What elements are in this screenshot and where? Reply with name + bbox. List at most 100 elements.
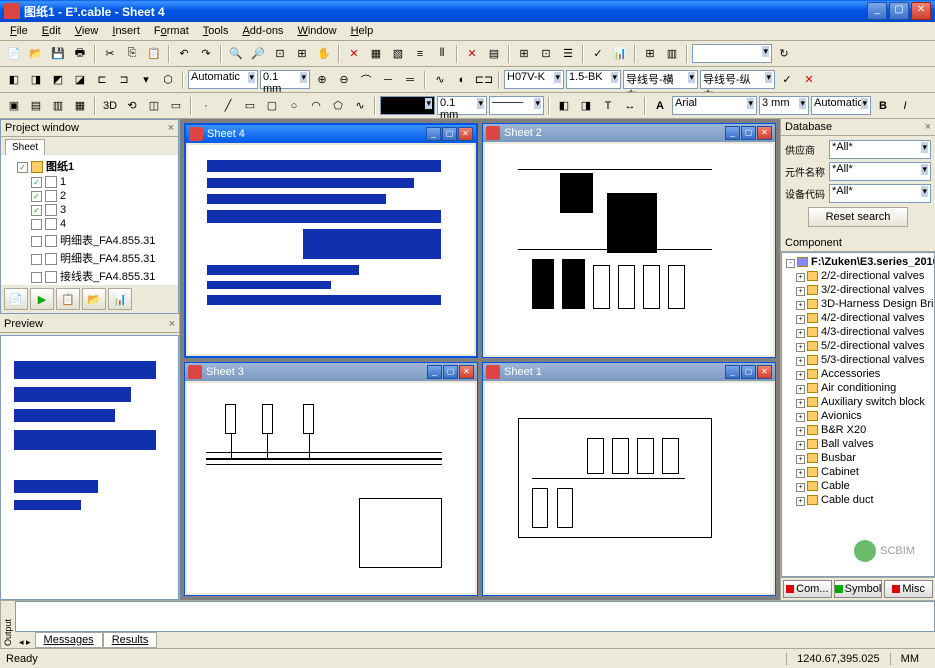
bridge-icon[interactable]: ⌒ <box>356 70 376 90</box>
mdi-min[interactable]: _ <box>725 365 740 379</box>
spline2-icon[interactable]: ∿ <box>350 96 370 116</box>
dim-icon[interactable]: ↔ <box>620 96 640 116</box>
menu-insert[interactable]: Insert <box>106 24 146 38</box>
mdi-max[interactable]: ▢ <box>442 127 457 141</box>
arc-icon[interactable]: ◠ <box>306 96 326 116</box>
circle-icon[interactable]: ○ <box>284 96 304 116</box>
minimize-button[interactable]: _ <box>867 2 887 20</box>
symbol5-icon[interactable]: ⊏ <box>92 70 112 90</box>
code-combo[interactable]: *All* <box>829 184 931 203</box>
comp-folder[interactable]: +Busbar <box>784 451 932 465</box>
preview-canvas[interactable] <box>0 335 179 600</box>
connect-icon[interactable]: ✕ <box>344 44 364 64</box>
window-tile-icon[interactable]: ⊞ <box>640 44 660 64</box>
group-icon[interactable]: ▦ <box>366 44 386 64</box>
line-icon[interactable]: ╱ <box>218 96 238 116</box>
menu-view[interactable]: View <box>69 24 105 38</box>
rect-icon[interactable]: ▭ <box>240 96 260 116</box>
linewidth2-combo[interactable]: 0.1 mm <box>437 96 487 115</box>
proj-btn4[interactable]: 📂 <box>82 288 106 310</box>
canvas-sheet-2[interactable] <box>485 144 773 355</box>
cancel-icon[interactable]: ✕ <box>799 70 819 90</box>
sheet-tab[interactable]: Sheet <box>5 139 45 155</box>
spline-icon[interactable]: ∿ <box>430 70 450 90</box>
comp-folder[interactable]: +Ball valves <box>784 437 932 451</box>
tree-sheet-2[interactable]: ✓2 <box>3 189 176 203</box>
tab-symbol[interactable]: Symbol <box>834 580 883 598</box>
panel2-icon[interactable]: ▤ <box>26 96 46 116</box>
comp-folder[interactable]: +3/2-directional valves <box>784 283 932 297</box>
mdi-min[interactable]: _ <box>426 127 441 141</box>
window-cascade-icon[interactable]: ▥ <box>662 44 682 64</box>
textbox-icon[interactable]: A <box>650 96 670 116</box>
component-tree[interactable]: -F:\Zuken\E3.series_2010 +2/2-directiona… <box>781 252 935 577</box>
distribute-icon[interactable]: ⫴ <box>432 44 452 64</box>
cablesize-combo[interactable]: 1.5-BK <box>566 70 621 89</box>
canvas-sheet-1[interactable] <box>485 383 773 594</box>
junction-icon[interactable]: ⊕ <box>312 70 332 90</box>
connector-icon[interactable]: ⊏⊐ <box>474 70 494 90</box>
terminal-icon[interactable]: ⊖ <box>334 70 354 90</box>
symbol6-icon[interactable]: ⊐ <box>114 70 134 90</box>
italic-icon[interactable]: ◨ <box>576 96 596 116</box>
comp-folder[interactable]: +Accessories <box>784 367 932 381</box>
comp-folder[interactable]: +Cable <box>784 479 932 493</box>
symbol3-icon[interactable]: ◩ <box>48 70 68 90</box>
project-window-close[interactable]: × <box>168 122 174 134</box>
tree-root[interactable]: ✓图纸1 <box>3 157 176 175</box>
text-icon[interactable]: T <box>598 96 618 116</box>
new-icon[interactable]: 📄 <box>4 44 24 64</box>
poly-icon[interactable]: ⬠ <box>328 96 348 116</box>
tab-component[interactable]: Com... <box>783 580 832 598</box>
mdi-max[interactable]: ▢ <box>443 365 458 379</box>
arrow-down-icon[interactable]: ▾ <box>136 70 156 90</box>
half-icon[interactable]: ◐ <box>452 70 472 90</box>
preview-close[interactable]: × <box>169 318 175 330</box>
menu-addons[interactable]: Add-ons <box>236 24 289 38</box>
comp-folder[interactable]: +Air conditioning <box>784 381 932 395</box>
output-tab-messages[interactable]: Messages <box>35 632 103 648</box>
zoom-fit-icon[interactable]: ⊡ <box>270 44 290 64</box>
fontauto-combo[interactable]: Automatic <box>811 96 871 115</box>
ungroup-icon[interactable]: ▧ <box>388 44 408 64</box>
apply-icon[interactable]: ✓ <box>777 70 797 90</box>
comp-folder[interactable]: +4/2-directional valves <box>784 311 932 325</box>
name-combo[interactable]: *All* <box>829 162 931 181</box>
panel4-icon[interactable]: ▦ <box>70 96 90 116</box>
symbol4-icon[interactable]: ◪ <box>70 70 90 90</box>
comp-folder[interactable]: +Avionics <box>784 409 932 423</box>
panel3-icon[interactable]: ▥ <box>48 96 68 116</box>
mdi-close[interactable]: ✕ <box>458 127 473 141</box>
point-icon[interactable]: · <box>196 96 216 116</box>
align-icon[interactable]: ≡ <box>410 44 430 64</box>
color-combo[interactable] <box>380 96 435 115</box>
menu-help[interactable]: Help <box>345 24 380 38</box>
pan-icon[interactable]: ✋ <box>314 44 334 64</box>
reset-search-button[interactable]: Reset search <box>808 207 908 227</box>
print-icon[interactable]: 🖶 <box>70 44 90 64</box>
rotate-icon[interactable]: ⟲ <box>122 96 142 116</box>
comp-folder[interactable]: +Auxiliary switch block <box>784 395 932 409</box>
mdi-close[interactable]: ✕ <box>459 365 474 379</box>
delete-icon[interactable]: ✕ <box>462 44 482 64</box>
undo-icon[interactable]: ↶ <box>174 44 194 64</box>
panel1-icon[interactable]: ▣ <box>4 96 24 116</box>
menu-file[interactable]: File <box>4 24 34 38</box>
wirelabel2-combo[interactable]: 导线号-纵向 <box>700 70 775 89</box>
output-body[interactable] <box>15 601 935 632</box>
refresh-icon[interactable]: ↻ <box>774 44 794 64</box>
mdi-close[interactable]: ✕ <box>757 126 772 140</box>
menu-format[interactable]: Format <box>148 24 195 38</box>
fontsize-combo[interactable]: 3 mm <box>759 96 809 115</box>
database-close[interactable]: × <box>925 121 931 133</box>
tree-item[interactable]: 明细表_FA4.855.31 <box>3 231 176 249</box>
comp-folder[interactable]: +Cable duct <box>784 493 932 507</box>
menu-window[interactable]: Window <box>291 24 342 38</box>
zoom-in-icon[interactable]: 🔍 <box>226 44 246 64</box>
mdi-sheet-3[interactable]: Sheet 3_▢✕ <box>184 362 478 597</box>
model-icon[interactable]: ◫ <box>144 96 164 116</box>
linewidth-combo[interactable]: 0.1 mm <box>260 70 310 89</box>
mdi-sheet-4[interactable]: Sheet 4_▢✕ <box>184 123 478 358</box>
mdi-min[interactable]: _ <box>427 365 442 379</box>
project-tree[interactable]: ✓图纸1 ✓1 ✓2 ✓3 4 明细表_FA4.855.31 明细表_FA4.8… <box>1 155 178 285</box>
